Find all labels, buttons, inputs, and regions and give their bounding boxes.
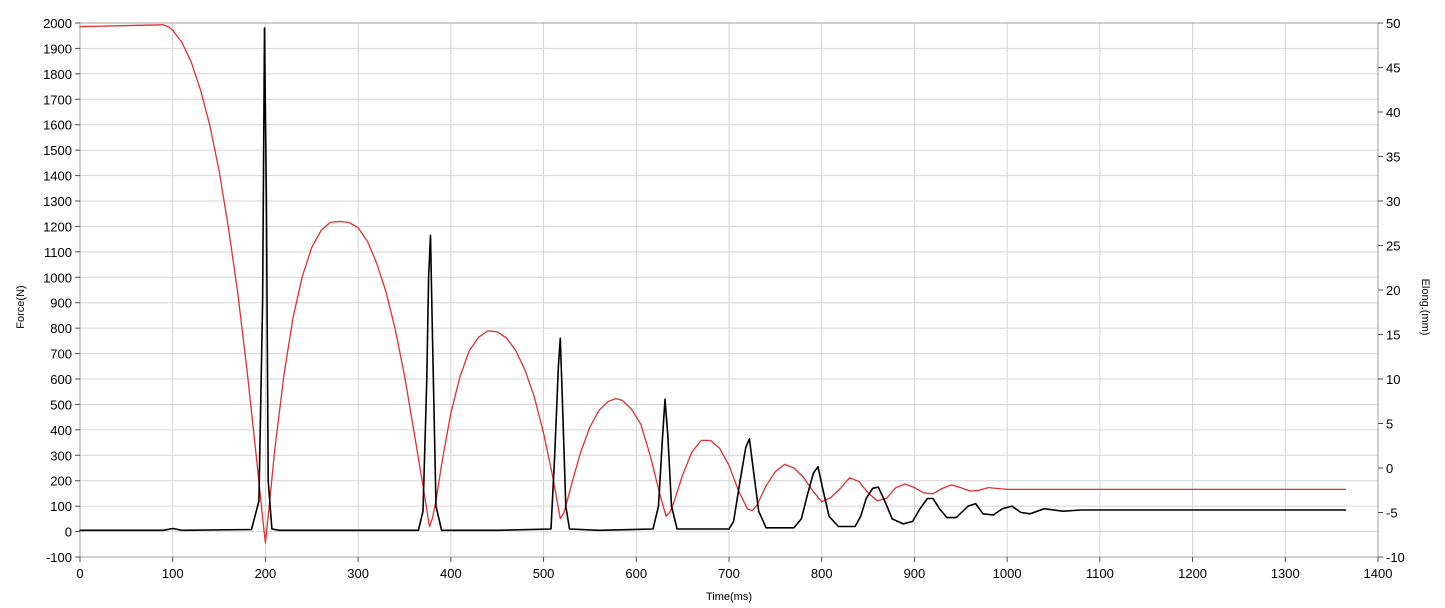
- y-left-tick-label: 1000: [43, 270, 72, 285]
- x-tick-label: 500: [533, 566, 555, 581]
- x-tick-label: 400: [440, 566, 462, 581]
- y-left-tick-label: 700: [50, 347, 72, 362]
- y-left-tick-label: 400: [50, 423, 72, 438]
- x-tick-label: 1400: [1364, 566, 1393, 581]
- x-tick-label: 700: [718, 566, 740, 581]
- y-left-tick-label: 500: [50, 397, 72, 412]
- y-left-tick-label: 100: [50, 499, 72, 514]
- y-right-tick-label: -10: [1386, 550, 1405, 565]
- y-left-axis-title: Force(N): [15, 285, 27, 328]
- line-chart: 0 100 200 300 400 500 600 700 800 900 1000 1100 1200…: [0, 0, 1445, 608]
- y-left-tick-label: 2000: [43, 16, 72, 31]
- y-left-tick-label: 1200: [43, 219, 72, 234]
- y-left-tick-label: 900: [50, 296, 72, 311]
- y-left-tick-label: 300: [50, 448, 72, 463]
- x-axis-title: Time(ms): [706, 591, 752, 603]
- y-left-tick-label: 1500: [43, 143, 72, 158]
- y-left-tick-label: 1600: [43, 118, 72, 133]
- y-left-tick-label: 1800: [43, 67, 72, 82]
- x-tick-label: 800: [811, 566, 833, 581]
- y-right-tick-label: 45: [1386, 61, 1400, 76]
- y-left-tick-label: 1400: [43, 169, 72, 184]
- x-tick-label: 1200: [1178, 566, 1207, 581]
- y-left-tick-label: 1900: [43, 41, 72, 56]
- y-right-tick-label: 15: [1386, 328, 1400, 343]
- y-right-tick-label: 5: [1386, 417, 1393, 432]
- y-left-tick-label: 1700: [43, 92, 72, 107]
- x-tick-label: 300: [347, 566, 369, 581]
- y-right-tick-label: 35: [1386, 150, 1400, 165]
- y-left-tick-label: 0: [65, 525, 72, 540]
- y-left-tick-label: 1100: [44, 245, 72, 260]
- x-tick-label: 1100: [1086, 566, 1114, 581]
- y-left-tick-label: -100: [46, 550, 72, 565]
- x-tick-label: 100: [162, 566, 184, 581]
- x-tick-label: 1300: [1271, 566, 1300, 581]
- x-tick-label: 600: [625, 566, 647, 581]
- y-right-tick-label: 10: [1386, 372, 1400, 387]
- chart-background: [0, 0, 1445, 608]
- x-tick-label: 0: [76, 566, 83, 581]
- x-tick-label: 900: [904, 566, 926, 581]
- x-tick-label: 1000: [993, 566, 1022, 581]
- y-right-tick-label: 0: [1386, 461, 1393, 476]
- y-right-tick-label: 50: [1386, 16, 1400, 31]
- y-right-tick-label: 25: [1386, 239, 1400, 254]
- x-tick-label: 200: [255, 566, 277, 581]
- y-right-tick-label: 20: [1386, 283, 1400, 298]
- y-right-tick-label: 30: [1386, 194, 1400, 209]
- y-left-tick-label: 200: [50, 474, 72, 489]
- y-right-tick-label: 40: [1386, 105, 1400, 120]
- y-left-tick-label: 800: [50, 321, 72, 336]
- y-right-tick-label: -5: [1386, 506, 1398, 521]
- y-left-tick-label: 1300: [43, 194, 72, 209]
- y-left-tick-label: 600: [50, 372, 72, 387]
- y-right-axis-title: Elong.(mm): [1419, 279, 1431, 336]
